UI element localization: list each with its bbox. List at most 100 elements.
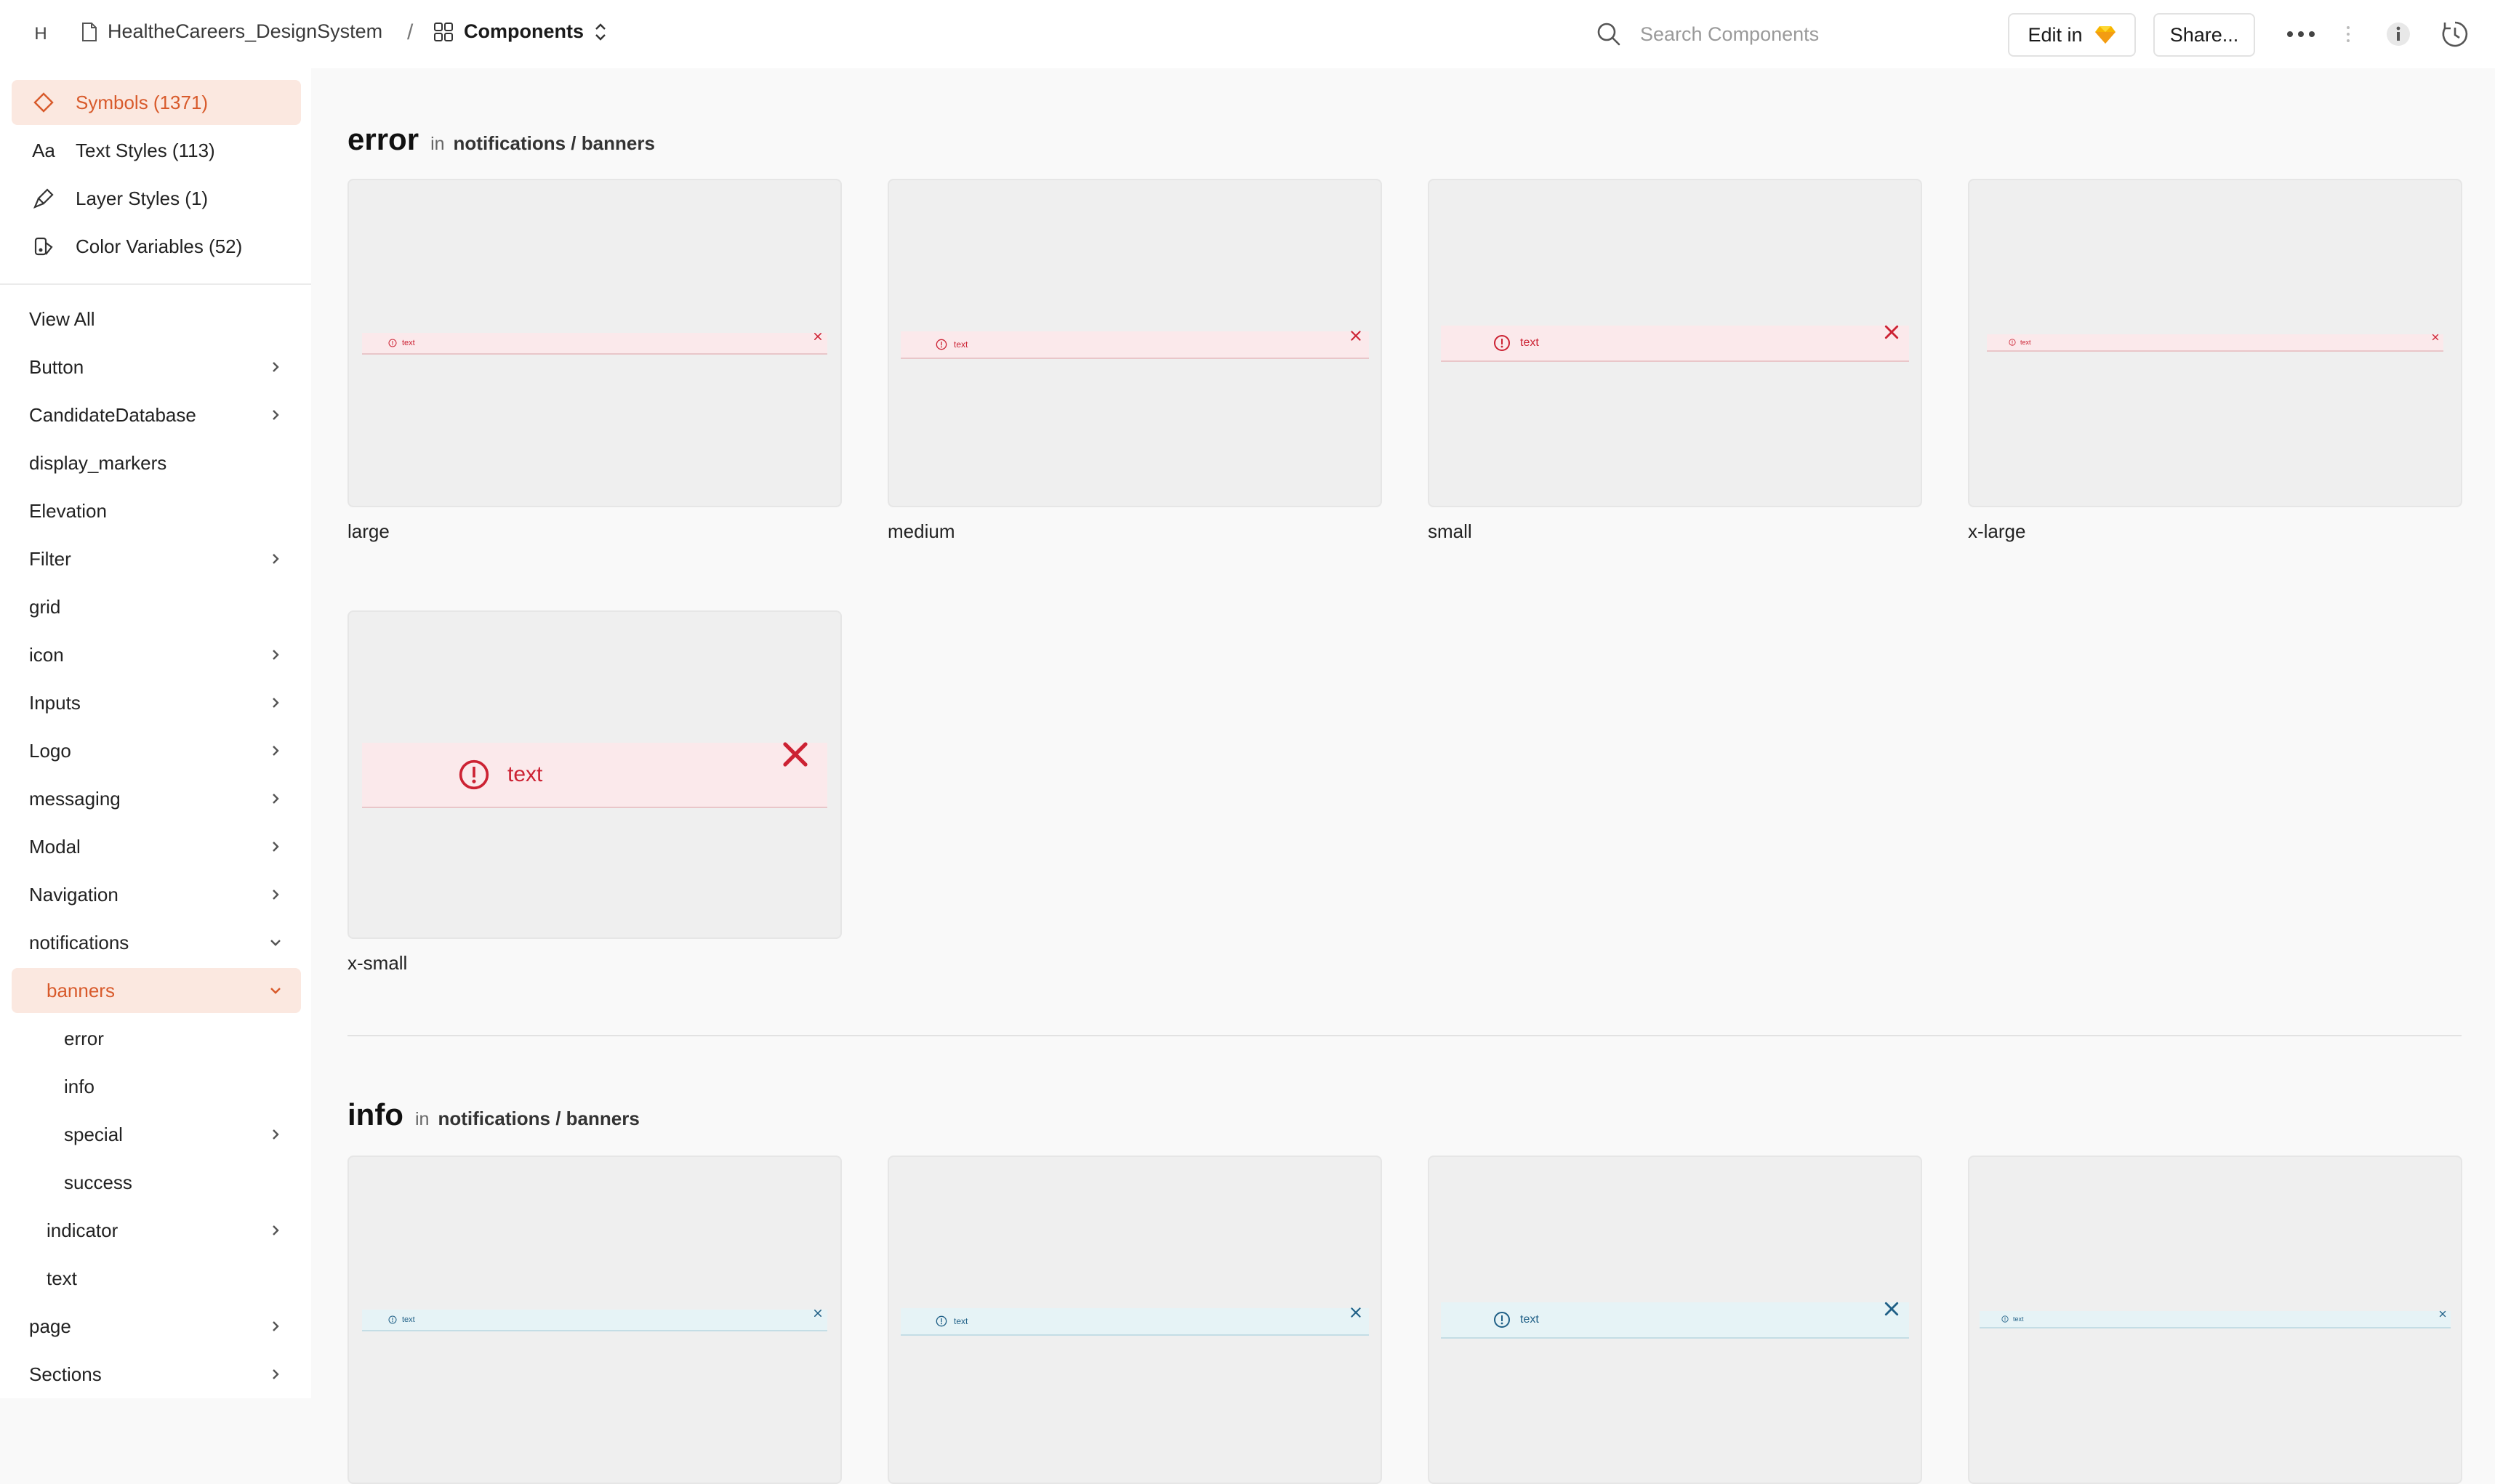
close-icon (2432, 334, 2439, 341)
sidebar-item-notifications[interactable]: notifications (12, 920, 301, 965)
close-icon (1351, 331, 1361, 341)
banner-preview: text (1441, 325, 1909, 362)
color-bucket-icon (29, 235, 58, 257)
sidebar-item-success[interactable]: success (12, 1160, 301, 1205)
sidebar-item-label: Inputs (29, 691, 81, 714)
close-icon (1351, 1307, 1361, 1318)
sidebar-item-info[interactable]: info (12, 1064, 301, 1109)
component-card-label[interactable]: x-large (1968, 520, 2025, 543)
section-header-info: info in notifications / banners (347, 1097, 640, 1132)
component-card[interactable]: text (347, 610, 842, 939)
sidebar-item-label: indicator (47, 1219, 118, 1241)
banner-text: text (507, 762, 543, 786)
sidebar-item-label: page (29, 1315, 71, 1337)
sidebar-item-elevation[interactable]: Elevation (12, 488, 301, 533)
sidebar-item-navigation[interactable]: Navigation (12, 872, 301, 917)
vertical-dots-icon[interactable] (2341, 17, 2355, 51)
alert-circle-icon (388, 339, 397, 347)
edit-in-button[interactable]: Edit in (2008, 13, 2136, 57)
banner-preview: text (1980, 1310, 2451, 1328)
component-card-label[interactable]: x-small (347, 952, 407, 975)
chevron-right-icon[interactable] (268, 1366, 284, 1382)
sidebar-item-label: grid (29, 595, 61, 618)
chevron-down-icon[interactable] (268, 935, 284, 951)
alert-circle-icon (1494, 1312, 1510, 1328)
chevron-right-icon[interactable] (268, 551, 284, 567)
chevron-right-icon[interactable] (268, 791, 284, 807)
sidebar-item-layer-styles[interactable]: Layer Styles (1) (12, 176, 301, 221)
banner-preview: text (362, 333, 827, 355)
chevron-right-icon[interactable] (268, 359, 284, 375)
component-card[interactable]: text (1428, 1156, 1922, 1484)
close-icon (2439, 1310, 2446, 1318)
sidebar-item-page[interactable]: page (12, 1304, 301, 1349)
component-card[interactable]: text (347, 179, 842, 507)
sidebar-item-text[interactable]: text (12, 1256, 301, 1301)
sidebar-item-sections[interactable]: Sections (12, 1352, 301, 1397)
section-path[interactable]: notifications / banners (438, 1108, 639, 1130)
component-card-label[interactable]: large (347, 520, 390, 543)
edit-in-label: Edit in (2028, 23, 2083, 46)
sidebar-item-label: Modal (29, 835, 81, 858)
info-icon[interactable] (2382, 17, 2415, 51)
sidebar-item-inputs[interactable]: Inputs (12, 680, 301, 725)
alert-circle-icon (2009, 339, 2016, 346)
banner-text: text (1520, 1313, 1539, 1326)
chevron-right-icon[interactable] (268, 1222, 284, 1238)
chevron-right-icon[interactable] (268, 1126, 284, 1142)
workspace-avatar[interactable]: H (28, 19, 54, 49)
sidebar-item-view-all[interactable]: View All (12, 297, 301, 342)
breadcrumb-separator: / (407, 20, 414, 44)
search-input[interactable] (1639, 22, 1961, 47)
sidebar-item-error[interactable]: error (12, 1016, 301, 1061)
component-card[interactable]: text (1428, 179, 1922, 507)
sidebar-item-modal[interactable]: Modal (12, 824, 301, 869)
chevron-right-icon[interactable] (268, 407, 284, 423)
sidebar-item-button[interactable]: Button (12, 344, 301, 390)
chevron-right-icon[interactable] (268, 743, 284, 759)
sidebar-item-label: error (64, 1027, 104, 1049)
banner-text: text (402, 339, 415, 347)
chevron-right-icon[interactable] (268, 695, 284, 711)
sidebar-item-display-markers[interactable]: display_markers (12, 440, 301, 485)
diamond-icon (29, 92, 58, 113)
sidebar-item-banners[interactable]: banners (12, 968, 301, 1013)
banner-preview: text (1441, 1302, 1909, 1339)
share-button[interactable]: Share... (2153, 13, 2255, 57)
sidebar-item-label: Filter (29, 547, 71, 570)
components-switcher[interactable]: Components (433, 20, 607, 43)
sidebar-item-label: success (64, 1171, 132, 1193)
sidebar-item-logo[interactable]: Logo (12, 728, 301, 773)
chevron-right-icon[interactable] (268, 647, 284, 663)
history-icon[interactable] (2438, 17, 2472, 51)
sidebar-item-messaging[interactable]: messaging (12, 776, 301, 821)
sidebar-item-icon[interactable]: icon (12, 632, 301, 677)
component-card[interactable]: text (347, 1156, 842, 1484)
sidebar-item-label: Text Styles (113) (76, 139, 215, 161)
banner-preview: text (901, 331, 1369, 359)
search-bar[interactable] (1596, 17, 1974, 51)
sidebar-item-candidatedatabase[interactable]: CandidateDatabase (12, 392, 301, 437)
component-card-label[interactable]: medium (888, 520, 955, 543)
sidebar-item-filter[interactable]: Filter (12, 536, 301, 581)
sidebar-item-grid[interactable]: grid (12, 584, 301, 629)
section-path[interactable]: notifications / banners (454, 132, 655, 155)
chevron-down-icon[interactable] (268, 983, 284, 999)
chevron-right-icon[interactable] (268, 839, 284, 855)
chevron-right-icon[interactable] (268, 887, 284, 903)
component-card-label[interactable]: small (1428, 520, 1472, 543)
sidebar-item-color-variables[interactable]: Color Variables (52) (12, 224, 301, 269)
component-card[interactable]: text (1968, 1156, 2462, 1484)
breadcrumb-document[interactable]: HealtheCareers_DesignSystem (81, 20, 382, 43)
close-icon (1884, 1302, 1899, 1316)
alert-circle-icon (459, 759, 489, 790)
more-options-icon[interactable] (2284, 17, 2318, 51)
sidebar-item-text-styles[interactable]: Aa Text Styles (113) (12, 128, 301, 173)
sidebar-item-symbols[interactable]: Symbols (1371) (12, 80, 301, 125)
component-card[interactable]: text (888, 179, 1382, 507)
sidebar-item-special[interactable]: special (12, 1112, 301, 1157)
component-card[interactable]: text (1968, 179, 2462, 507)
chevron-right-icon[interactable] (268, 1318, 284, 1334)
component-card[interactable]: text (888, 1156, 1382, 1484)
sidebar-item-indicator[interactable]: indicator (12, 1208, 301, 1253)
